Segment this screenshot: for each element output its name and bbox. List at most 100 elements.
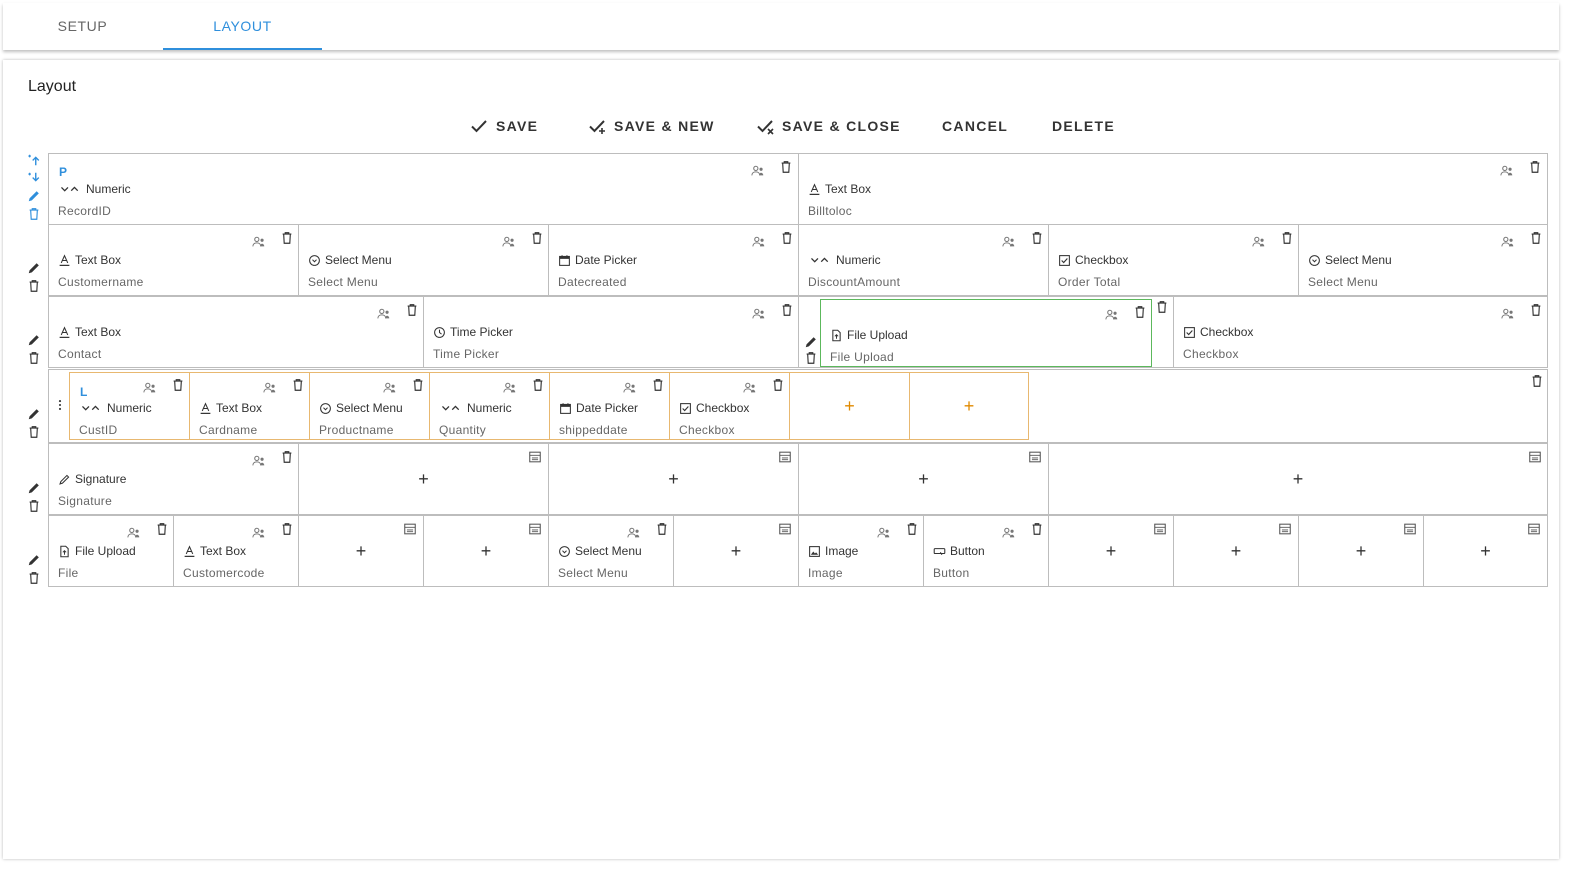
card-layout-icon[interactable] <box>528 522 542 536</box>
person-permissions-icon[interactable] <box>1002 526 1016 540</box>
trash-icon[interactable] <box>1529 231 1543 245</box>
add-field-plus[interactable]: + <box>1356 542 1367 560</box>
row-edit-pencil-icon[interactable] <box>27 261 41 275</box>
row-edit-pencil-icon[interactable] <box>27 407 41 421</box>
card-layout-icon[interactable] <box>403 522 417 536</box>
person-permissions-icon[interactable] <box>1252 235 1266 249</box>
person-permissions-icon[interactable] <box>252 235 266 249</box>
trash-icon[interactable] <box>780 303 794 317</box>
trash-icon[interactable] <box>531 378 545 392</box>
person-permissions-icon[interactable] <box>743 381 757 395</box>
card-layout-icon[interactable] <box>778 522 792 536</box>
person-permissions-icon[interactable] <box>877 526 891 540</box>
field-cell[interactable]: Select Menu Select Menu <box>1298 224 1548 296</box>
person-permissions-icon[interactable] <box>623 381 637 395</box>
row-delete-trash-icon[interactable] <box>27 207 41 221</box>
row-edit-pencil-icon[interactable] <box>27 189 41 203</box>
add-field-plus[interactable]: + <box>356 542 367 560</box>
field-cell[interactable]: Image Image <box>798 515 924 587</box>
trash-icon[interactable] <box>655 522 669 536</box>
trash-icon[interactable] <box>779 160 793 174</box>
card-layout-icon[interactable] <box>1527 522 1541 536</box>
person-permissions-icon[interactable] <box>383 381 397 395</box>
empty-slot[interactable]: + <box>1048 443 1548 515</box>
empty-slot[interactable]: + <box>673 515 799 587</box>
trash-icon[interactable] <box>280 231 294 245</box>
row-delete-trash-icon[interactable] <box>27 351 41 365</box>
card-layout-icon[interactable] <box>528 450 542 464</box>
person-permissions-icon[interactable] <box>1002 235 1016 249</box>
field-cell[interactable]: Numeric DiscountAmount <box>798 224 1049 296</box>
trash-icon[interactable] <box>291 378 305 392</box>
nested-field-cell[interactable]: L Numeric CustID <box>69 372 190 440</box>
nested-list-container[interactable]: L Numeric CustID Text Box Cardname Selec… <box>48 369 1548 443</box>
person-permissions-icon[interactable] <box>252 454 266 468</box>
trash-icon[interactable] <box>1030 231 1044 245</box>
field-cell[interactable]: Checkbox Order Total <box>1048 224 1299 296</box>
trash-icon[interactable] <box>1030 522 1044 536</box>
row-delete-trash-icon[interactable] <box>27 425 41 439</box>
trash-icon[interactable] <box>780 231 794 245</box>
nested-field-cell[interactable]: Date Picker shippeddate <box>549 372 670 440</box>
person-permissions-icon[interactable] <box>1105 308 1119 322</box>
row-edit-pencil-icon[interactable] <box>27 553 41 567</box>
person-permissions-icon[interactable] <box>127 526 141 540</box>
trash-icon[interactable] <box>155 522 169 536</box>
field-cell[interactable]: Select Menu Select Menu <box>548 515 674 587</box>
row-edit-pencil-icon[interactable] <box>27 481 41 495</box>
empty-slot[interactable]: + <box>798 443 1049 515</box>
nested-field-cell[interactable]: Text Box Cardname <box>189 372 310 440</box>
empty-slot[interactable]: + <box>298 443 549 515</box>
add-field-plus[interactable]: + <box>1231 542 1242 560</box>
person-permissions-icon[interactable] <box>143 381 157 395</box>
person-permissions-icon[interactable] <box>1501 307 1515 321</box>
trash-icon[interactable] <box>280 522 294 536</box>
field-cell[interactable]: Select Menu Select Menu <box>298 224 549 296</box>
add-field-plus[interactable]: + <box>668 470 679 488</box>
cancel-button[interactable]: CANCEL <box>942 116 1008 136</box>
save-and-close-button[interactable]: SAVE & CLOSE <box>756 116 901 136</box>
person-permissions-icon[interactable] <box>503 381 517 395</box>
field-cell[interactable]: Text Box Customercode <box>173 515 299 587</box>
card-layout-icon[interactable] <box>1153 522 1167 536</box>
move-up-icon[interactable] <box>27 153 41 167</box>
trash-icon[interactable] <box>530 231 544 245</box>
person-permissions-icon[interactable] <box>263 381 277 395</box>
empty-slot[interactable]: + <box>548 443 799 515</box>
person-permissions-icon[interactable] <box>252 526 266 540</box>
field-cell[interactable]: Signature Signature <box>48 443 299 515</box>
person-permissions-icon[interactable] <box>1500 164 1514 178</box>
add-field-plus[interactable]: + <box>964 397 975 415</box>
tab-layout[interactable]: LAYOUT <box>163 3 322 50</box>
trash-icon[interactable] <box>1155 300 1169 314</box>
field-cell-selected[interactable]: File Upload File Upload <box>820 299 1152 367</box>
add-field-plus[interactable]: + <box>731 542 742 560</box>
card-layout-icon[interactable] <box>778 450 792 464</box>
row-delete-trash-icon[interactable] <box>27 499 41 513</box>
nested-container-cell[interactable]: File Upload File Upload <box>798 296 1174 368</box>
nested-field-cell[interactable]: Checkbox Checkbox <box>669 372 790 440</box>
trash-icon[interactable] <box>1528 160 1542 174</box>
person-permissions-icon[interactable] <box>751 164 765 178</box>
trash-icon[interactable] <box>1529 303 1543 317</box>
trash-icon[interactable] <box>1530 374 1544 388</box>
empty-slot[interactable]: + <box>423 515 549 587</box>
field-cell[interactable]: Date Picker Datecreated <box>548 224 799 296</box>
trash-icon[interactable] <box>651 378 665 392</box>
row-delete-trash-icon[interactable] <box>27 279 41 293</box>
field-cell[interactable]: File Upload File <box>48 515 174 587</box>
row-edit-pencil-icon[interactable] <box>27 333 41 347</box>
add-field-plus[interactable]: + <box>418 470 429 488</box>
add-field-plus[interactable]: + <box>1480 542 1491 560</box>
person-permissions-icon[interactable] <box>1501 235 1515 249</box>
add-field-slot[interactable]: + <box>909 372 1029 440</box>
trash-icon[interactable] <box>1133 305 1147 319</box>
person-permissions-icon[interactable] <box>752 235 766 249</box>
card-layout-icon[interactable] <box>1528 450 1542 464</box>
add-field-plus[interactable]: + <box>481 542 492 560</box>
person-permissions-icon[interactable] <box>752 307 766 321</box>
field-cell-recordid[interactable]: P Numeric RecordID <box>48 153 799 225</box>
card-layout-icon[interactable] <box>1403 522 1417 536</box>
empty-slot[interactable]: + <box>1298 515 1424 587</box>
trash-icon[interactable] <box>905 522 919 536</box>
